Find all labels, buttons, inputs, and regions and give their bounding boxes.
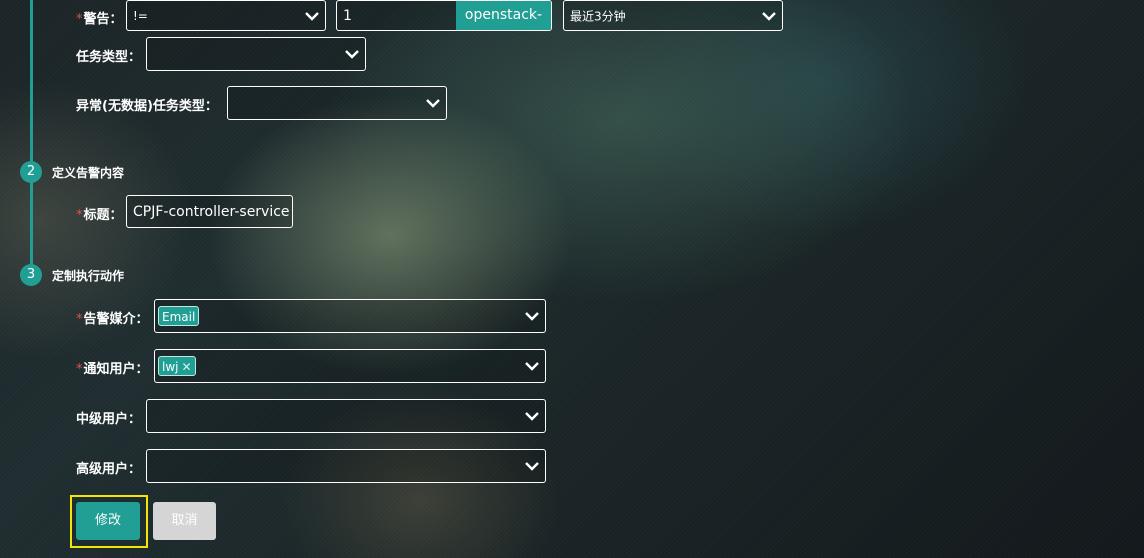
mid-users-select[interactable] bbox=[146, 399, 546, 433]
remove-tag-icon[interactable]: ✕ bbox=[181, 360, 191, 374]
modify-button[interactable]: 修改 bbox=[76, 502, 140, 540]
media-tag-label: Email bbox=[162, 310, 196, 324]
subject-label-text: 标题： bbox=[83, 208, 123, 223]
chevron-down-icon bbox=[426, 99, 440, 108]
time-range-value: 最近3分钟 bbox=[570, 9, 626, 23]
subject-value: CPJF-controller-service bbox=[133, 203, 290, 220]
required-mark: * bbox=[76, 362, 83, 377]
service-addon: openstack-api bbox=[456, 1, 551, 30]
nodata-task-type-select[interactable] bbox=[227, 86, 447, 120]
required-mark: * bbox=[76, 208, 83, 223]
threshold-value: 1 bbox=[343, 7, 352, 24]
media-label-text: 告警媒介： bbox=[83, 312, 149, 327]
media-label: *告警媒介： bbox=[76, 308, 149, 327]
senior-users-label: 高级用户： bbox=[76, 462, 142, 477]
alert-label: *警告： bbox=[76, 8, 123, 27]
chevron-down-icon bbox=[305, 11, 319, 21]
operator-value: != bbox=[133, 8, 148, 23]
step-3-title: 定制执行动作 bbox=[52, 269, 125, 283]
chevron-down-icon bbox=[525, 462, 539, 471]
required-mark: * bbox=[76, 12, 83, 27]
task-type-select[interactable] bbox=[146, 37, 366, 71]
mid-users-label: 中级用户： bbox=[76, 412, 142, 427]
step-2-number: 2 bbox=[20, 161, 42, 183]
user-tag-label: lwj bbox=[162, 360, 179, 374]
media-multiselect[interactable]: Email bbox=[154, 299, 546, 333]
task-type-label: 任务类型： bbox=[76, 50, 142, 65]
nodata-task-type-label: 异常(无数据)任务类型： bbox=[76, 99, 218, 114]
senior-users-select[interactable] bbox=[146, 449, 546, 483]
subject-label: *标题： bbox=[76, 204, 123, 223]
alert-label-text: 警告： bbox=[83, 12, 123, 27]
chevron-down-icon bbox=[762, 11, 776, 21]
notify-users-multiselect[interactable]: lwj ✕ bbox=[154, 349, 546, 383]
notify-users-label: *通知用户： bbox=[76, 358, 149, 377]
chevron-down-icon bbox=[525, 312, 539, 321]
subject-input[interactable]: CPJF-controller-service bbox=[126, 195, 293, 228]
cancel-button[interactable]: 取消 bbox=[153, 502, 216, 540]
threshold-input[interactable]: 1 openstack-api bbox=[336, 0, 552, 31]
notify-users-label-text: 通知用户： bbox=[83, 362, 149, 377]
step-3-number: 3 bbox=[20, 264, 42, 286]
required-mark: * bbox=[76, 312, 83, 327]
operator-select[interactable]: != bbox=[126, 0, 326, 31]
step-2-title: 定义告警内容 bbox=[52, 166, 125, 180]
chevron-down-icon bbox=[525, 362, 539, 371]
chevron-down-icon bbox=[345, 50, 359, 59]
media-tag[interactable]: Email bbox=[158, 306, 200, 326]
user-tag: lwj ✕ bbox=[158, 356, 196, 376]
chevron-down-icon bbox=[525, 412, 539, 421]
step-timeline bbox=[30, 0, 33, 275]
time-range-select[interactable]: 最近3分钟 bbox=[563, 0, 783, 31]
